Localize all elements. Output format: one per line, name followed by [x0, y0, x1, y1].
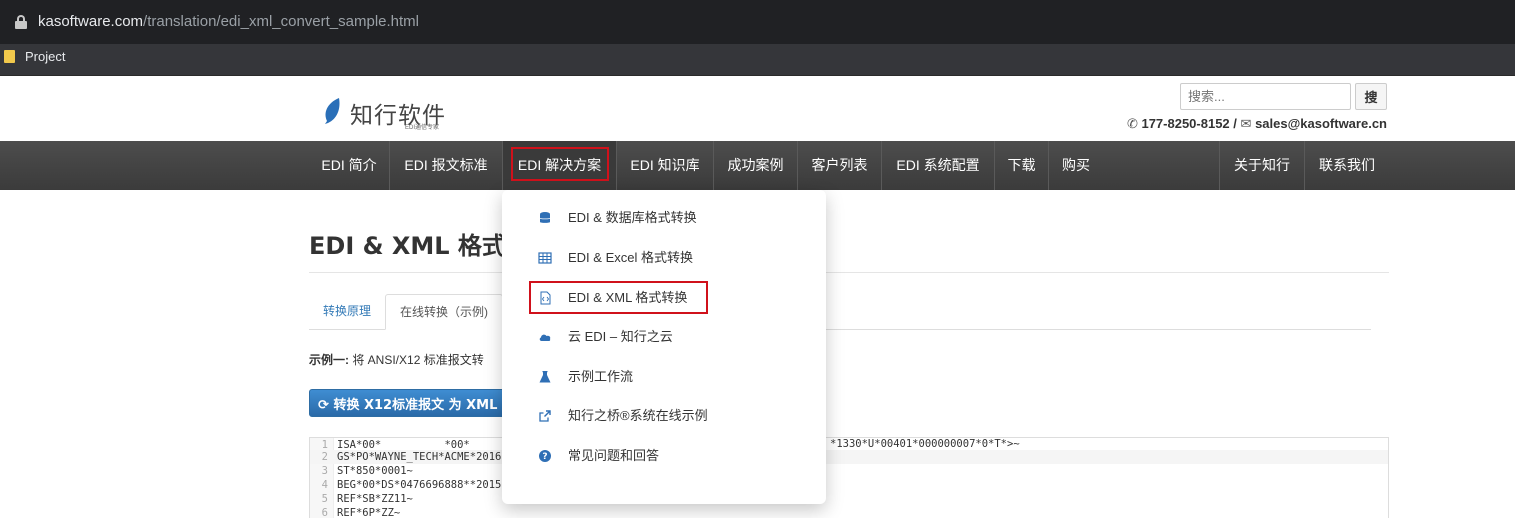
- email-address[interactable]: sales@kasoftware.cn: [1255, 116, 1387, 131]
- convert-button[interactable]: ⟳ 转换 X12标准报文 为 XML 文: [309, 389, 509, 417]
- svg-text:?: ?: [542, 452, 547, 462]
- tab-online-convert[interactable]: 在线转换（示例): [385, 294, 503, 330]
- url-text[interactable]: kasoftware.com/translation/edi_xml_conve…: [38, 13, 419, 30]
- cloud-icon: [539, 334, 551, 341]
- refresh-icon: ⟳: [318, 397, 329, 413]
- nav-success-cases[interactable]: 成功案例: [714, 141, 797, 190]
- nav-edi-config[interactable]: EDI 系统配置: [882, 141, 994, 190]
- logo[interactable]: 知行软件 EDI通信专家: [323, 94, 463, 131]
- flask-icon: [539, 371, 551, 383]
- nav-customer-list[interactable]: 客户列表: [798, 141, 881, 190]
- highlight-box-xml: [529, 281, 708, 314]
- tab-principle[interactable]: 转换原理: [309, 294, 385, 330]
- contact-info: ✆ 177-8250-8152 / ✉ sales@kasoftware.cn: [1126, 116, 1387, 131]
- database-icon: [539, 212, 551, 223]
- nav-download[interactable]: 下载: [995, 141, 1048, 190]
- address-bar[interactable]: kasoftware.com/translation/edi_xml_conve…: [0, 0, 1515, 44]
- dropdown-item-cloud[interactable]: 云 EDI – 知行之云: [502, 317, 826, 357]
- table-icon: [538, 252, 552, 264]
- question-circle-icon: ?: [539, 450, 551, 462]
- highlight-box-nav: [511, 147, 609, 181]
- lock-icon[interactable]: [15, 15, 27, 29]
- nav-edi-knowledge[interactable]: EDI 知识库: [617, 141, 713, 190]
- external-link-icon: [539, 410, 551, 422]
- main-nav: EDI 简介 EDI 报文标准 EDI 解决方案 EDI 知识库 成功案例 客户…: [0, 141, 1515, 190]
- code-line: 4 BEG*00*DS*0476696888**2015: [321, 479, 502, 491]
- dropdown-item-workflow[interactable]: 示例工作流: [502, 357, 826, 397]
- nav-buy[interactable]: 购买: [1049, 141, 1103, 190]
- dropdown-item-excel[interactable]: EDI & Excel 格式转换: [502, 238, 826, 278]
- folder-icon[interactable]: [4, 50, 15, 63]
- dropdown-item-database[interactable]: EDI & 数据库格式转换: [502, 198, 826, 238]
- search-button[interactable]: 搜: [1355, 83, 1387, 110]
- code-line: 2 GS*PO*WAYNE_TECH*ACME*2016: [310, 450, 1388, 464]
- code-line: 6 REF*6P*ZZ~: [321, 507, 401, 518]
- leaf-icon: [325, 98, 340, 124]
- envelope-icon: ✉: [1240, 116, 1252, 131]
- code-line: 5 REF*SB*ZZ11~: [321, 493, 413, 505]
- nav-about[interactable]: 关于知行: [1220, 141, 1304, 190]
- search-input[interactable]: [1180, 83, 1351, 110]
- divider: [309, 272, 1389, 273]
- logo-subtitle: EDI通信专家: [405, 125, 440, 131]
- code-line-1-tail: *1330*U*00401*000000007*0*T*>~: [830, 438, 1020, 450]
- page-title: EDI & XML 格式转: [309, 232, 530, 260]
- bookmark-project[interactable]: Project: [25, 49, 65, 64]
- nav-contact[interactable]: 联系我们: [1305, 141, 1389, 190]
- dropdown-item-faq[interactable]: ? 常见问题和回答: [502, 436, 826, 476]
- phone-number: 177-8250-8152: [1141, 116, 1230, 131]
- nav-edi-intro[interactable]: EDI 简介: [309, 141, 389, 190]
- code-line: 3 ST*850*0001~: [321, 465, 413, 477]
- nav-edi-standards[interactable]: EDI 报文标准: [390, 141, 502, 190]
- dropdown-item-bridge-demo[interactable]: 知行之桥®系统在线示例: [502, 396, 826, 436]
- phone-icon: ✆: [1126, 116, 1138, 131]
- example-description: 示例一: 将 ANSI/X12 标准报文转: [309, 353, 484, 367]
- bookmark-bar: [0, 44, 1515, 76]
- solutions-dropdown: EDI & 数据库格式转换 EDI & Excel 格式转换 EDI & XML…: [502, 190, 826, 504]
